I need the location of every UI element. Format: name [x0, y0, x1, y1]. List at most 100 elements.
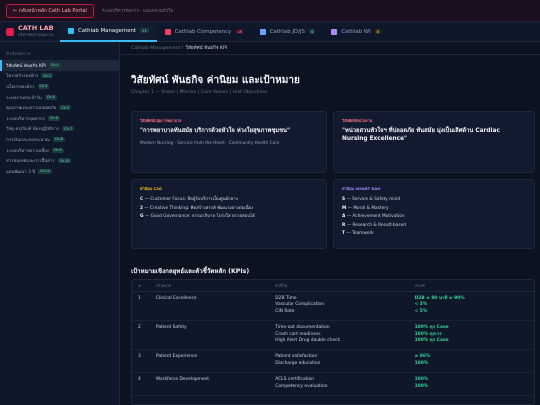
- table-row: 1 Clinical Excellence D2B Time Vascular Com…: [132, 292, 534, 322]
- heart-logo-icon: [6, 27, 14, 36]
- sidebar-item[interactable]: นโยบายองค์กร Ch.3: [0, 81, 119, 92]
- sidebar-item[interactable]: ระบบบริหารบุคลากร Ch.6: [0, 113, 119, 124]
- kpi-indicator: High Alert Drug double check: [275, 338, 340, 343]
- value-line: R — Research & Result-based: [342, 222, 526, 231]
- table-row: 3 Patient Experience Patient satisfaction D…: [132, 350, 534, 374]
- value-text: — Customer Focus: ยึดผู้รับบริการเป็นศูน…: [144, 197, 238, 202]
- unit-vision-card: วิสัยทัศน์หน่วยงาน "หน่วยสวนหัวใจฯ ที่ปล…: [333, 111, 535, 173]
- kpi-header-goal: เป้าหมาย: [155, 282, 172, 288]
- table-row: 4 Workforce Development ACLS certification…: [132, 373, 534, 396]
- sidebar-item[interactable]: วัสดุ ครุภัณฑ์ ห้องปฏิบัติการ Ch.7: [0, 124, 119, 135]
- kpi-header-target: เกณฑ์: [414, 282, 425, 288]
- sidebar-item-badge: Ch.3: [37, 83, 50, 89]
- kpi-header-indicator: ตัวชี้วัด: [275, 282, 288, 288]
- value-key: M: [342, 205, 347, 211]
- sidebar-item-label: ระบบบริหารบุคลากร: [6, 116, 46, 122]
- value-key: G: [140, 214, 144, 220]
- kpi-row-targets: ≥ 86% 100%: [415, 354, 534, 372]
- sidebar-item[interactable]: โครงสร้างองค์กร Ch.2: [0, 71, 119, 82]
- sidebar-item-badge: Ch.11: [38, 168, 53, 174]
- sidebar-section-label: หัวข้อจัดการ: [6, 51, 31, 56]
- tab-label: Cathlab Competency: [174, 28, 232, 35]
- vision-card: วิสัยทัศน์กลุ่มการพยาบาล "การพยาบาลทันสม…: [131, 111, 327, 173]
- sidebar-item[interactable]: วิสัยทัศน์ พันธกิจ KPI Ch.1: [0, 60, 119, 71]
- values-smart-card: ค่านิยม SMART RAO S — Service & Safety m…: [333, 179, 535, 249]
- value-text: — Moral & Mastery: [347, 205, 389, 211]
- sidebar-item-badge: Ch.1: [48, 62, 61, 68]
- value-key: T: [342, 231, 345, 237]
- breadcrumb-root[interactable]: Cathlab Management /: [131, 46, 183, 51]
- sidebar-item-badge: Ch.5: [59, 105, 72, 111]
- sidebar-item[interactable]: การเงินและงบประมาณ Ch.8: [0, 134, 119, 145]
- value-line: S — Service & Safety mind: [342, 196, 526, 205]
- sidebar-item-label: คุณภาพและความปลอดภัย: [6, 106, 57, 112]
- tab-label: Cathlab Management: [78, 27, 137, 34]
- kpi-table: # เป้าหมาย ตัวชี้วัด เกณฑ์ 1 Clinical Exc…: [131, 279, 535, 405]
- values-c2g-label: ค่านิยม C2G: [140, 186, 162, 191]
- sidebar-item-badge: Ch.8: [52, 136, 65, 142]
- tab-label: Cathlab WI: [341, 28, 371, 35]
- tab-cathlab-wi[interactable]: Cathlab WI 8: [323, 22, 389, 42]
- kpi-indicator: Competency evaluation: [275, 383, 328, 389]
- target-icon: [164, 28, 171, 35]
- breadcrumb: Cathlab Management / วิสัยทัศน์ พันธกิจ …: [121, 43, 540, 55]
- sidebar-item-badge: Ch.7: [62, 126, 74, 132]
- kpi-row-number: 3: [138, 354, 141, 360]
- main-content: Cathlab Management / วิสัยทัศน์ พันธกิจ …: [121, 43, 540, 405]
- kpi-target: 100%: [414, 383, 429, 389]
- sidebar-item[interactable]: ระบบบริหารความเสี่ยง Ch.9: [0, 145, 119, 156]
- value-text: — Teamwork: [346, 231, 374, 237]
- sidebar-item-badge: Ch.6: [48, 115, 60, 121]
- sidebar-item-label: โครงสร้างองค์กร: [6, 74, 39, 80]
- kpi-indicator: CIN Rate: [275, 308, 295, 314]
- value-key: R: [342, 222, 346, 228]
- sidebar-list: วิสัยทัศน์ พันธกิจ KPI Ch.1 โครงสร้างองค์ก…: [0, 60, 119, 177]
- values-smart-label: ค่านิยม SMART RAO: [342, 186, 381, 191]
- sidebar-item-label: สารสนเทศและการสื่อสาร: [6, 159, 55, 165]
- sidebar-item-label: การเงินและงบประมาณ: [6, 137, 50, 143]
- tab-count-badge: 18: [235, 29, 244, 34]
- kpi-target: 100%: [414, 360, 429, 366]
- tab-cathlab-jd-js[interactable]: Cathlab JD/JS 4: [252, 22, 323, 42]
- tab-count-badge: 4: [308, 29, 316, 34]
- kpi-header-number: #: [138, 283, 142, 288]
- kpi-row-indicators: Time-out documentation Crash cart readine…: [275, 325, 414, 349]
- sidebar-item[interactable]: ระบบงานประจำวัน Ch.4: [0, 92, 119, 103]
- sidebar: CATH LAB บริหารจัดการคุณภาพ หัวข้อจัดการ…: [0, 22, 120, 405]
- value-key: C: [140, 197, 144, 202]
- person-icon: [259, 28, 266, 35]
- unit-vision-quote: "หน่วยสวนหัวใจฯ ที่ปลอดภัย ทันสมัย มุ่งเ…: [342, 128, 500, 142]
- values-c2g-card: ค่านิยม C2G C — Customer Focus: ยึดผู้รั…: [131, 179, 327, 249]
- kpi-row-goal: Workforce Development: [155, 377, 210, 383]
- topbar-note: ระบบบริหารจัดการ · แผนกสวนหัวใจ: [101, 9, 174, 14]
- kpi-section-title: เป้าหมายเชิงกลยุทธ์และตัวชี้วัดหลัก (KPI…: [131, 268, 250, 275]
- kpi-row-targets: 100% 100%: [415, 377, 534, 395]
- value-line: G — Good Governance: ธรรมาภิบาล โปร่งใส …: [140, 213, 318, 222]
- tab-cathlab-competency[interactable]: Cathlab Competency 18: [157, 22, 252, 42]
- unit-vision-card-label: วิสัยทัศน์หน่วยงาน: [342, 118, 373, 123]
- top-bar: ← กลับหน้าหลัก Cath Lab Portal ระบบบริหา…: [0, 0, 540, 22]
- kpi-target: < 5%: [414, 308, 428, 314]
- clipboard-icon: [68, 27, 74, 34]
- tab-bar: Cathlab Management 11 Cathlab Competency 18…: [60, 21, 540, 42]
- tab-cathlab-management[interactable]: Cathlab Management 11: [60, 21, 157, 42]
- value-text: — Creative Thinking: คิดสร้างสรรค์ พัฒนา…: [144, 205, 254, 211]
- vision-quote: "การพยาบาลทันสมัย บริการด้วยหัวใจ ห่วงใย…: [140, 128, 291, 134]
- vision-card-label: วิสัยทัศน์กลุ่มการพยาบาล: [140, 118, 182, 123]
- sidebar-item[interactable]: คุณภาพและความปลอดภัย Ch.5: [0, 102, 119, 113]
- value-text: — Achievement Motivation: [346, 214, 405, 220]
- tab-count-badge: 8: [374, 29, 381, 34]
- sidebar-item[interactable]: แผนพัฒนา 3 ปี Ch.11: [0, 166, 119, 177]
- kpi-row-targets: D2B ≤ 90 นาที ≥ 90% < 3% < 5%: [415, 296, 534, 320]
- value-line: M — Moral & Mastery: [342, 205, 526, 214]
- value-text: — Service & Safety mind: [346, 197, 401, 202]
- kpi-row-targets: 100% ทุก Case 100% ทุกเวร 100% ทุก Case: [415, 325, 534, 349]
- value-line: 2 — Creative Thinking: คิดสร้างสรรค์ พัฒ…: [140, 205, 318, 214]
- sidebar-item-label: ระบบงานประจำวัน: [6, 95, 42, 101]
- sidebar-item-label: ระบบบริหารความเสี่ยง: [6, 148, 49, 154]
- value-key: 2: [140, 205, 143, 211]
- sidebar-item[interactable]: สารสนเทศและการสื่อสาร Ch.10: [0, 155, 119, 166]
- brand-subtitle: บริหารจัดการคุณภาพ: [18, 32, 54, 37]
- back-to-portal-button[interactable]: ← กลับหน้าหลัก Cath Lab Portal: [6, 3, 94, 18]
- sidebar-item-label: วัสดุ ครุภัณฑ์ ห้องปฏิบัติการ: [6, 127, 60, 133]
